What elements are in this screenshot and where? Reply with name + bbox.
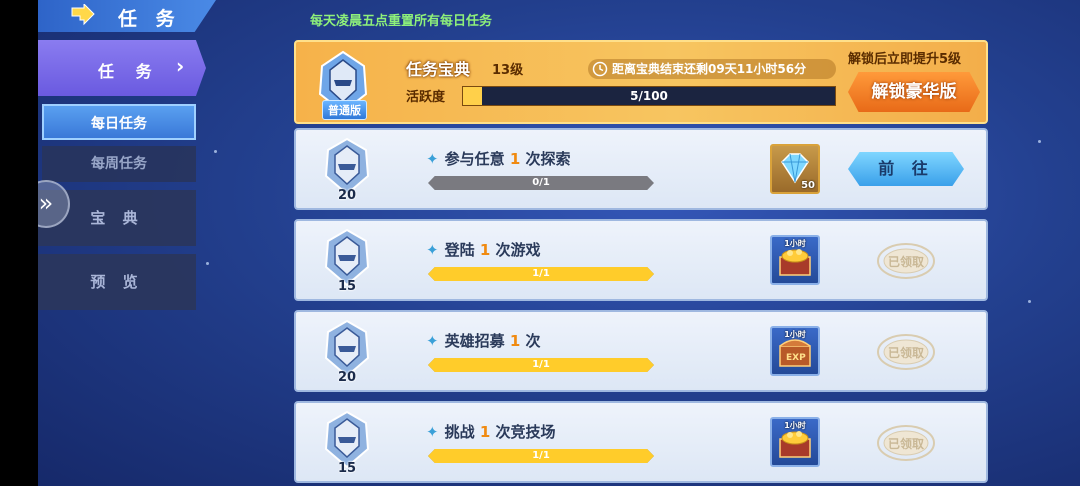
reward-item[interactable]: 50: [770, 144, 820, 194]
pass-level: 13级: [492, 63, 524, 78]
task-title-suffix: 次游戏: [495, 241, 541, 259]
unlock-tip: 解锁后立即提升5级: [848, 52, 962, 67]
activity-points: 20: [337, 370, 357, 385]
sidebar-tab-label: 任 务: [98, 62, 160, 81]
task-card: 15 ✦ 登陆 1 次游戏 1/1 1小时已领取: [294, 219, 988, 301]
task-progress-bar: 1/1: [428, 358, 654, 372]
activity-points: 20: [337, 188, 357, 203]
claimed-stamp: 已领取: [876, 423, 936, 463]
task-count: 1: [479, 241, 491, 259]
task-title-suffix: 次竞技场: [495, 423, 556, 441]
activity-points: 15: [337, 279, 357, 294]
sparkle-decoration: [1038, 140, 1041, 143]
task-title: ✦ 参与任意 1 次探索: [426, 148, 571, 169]
task-title: ✦ 英雄招募 1 次: [426, 330, 541, 351]
task-title-prefix: 挑战: [444, 423, 475, 441]
task-card: 20 ✦ 英雄招募 1 次 1/1 1小时 EXP 已领取: [294, 310, 988, 392]
claimed-label: 已领取: [887, 255, 924, 269]
subtab-weekly[interactable]: 每周任务: [42, 146, 196, 182]
reward-item[interactable]: 1小时 EXP: [770, 326, 820, 376]
sparkle-decoration: [214, 150, 217, 153]
task-title: ✦ 登陆 1 次游戏: [426, 239, 541, 260]
task-progress-text: 1/1: [532, 450, 550, 461]
reward-item[interactable]: 1小时: [770, 417, 820, 467]
task-count: 1: [509, 332, 521, 350]
sidebar-tab-preview[interactable]: 预 览: [38, 254, 196, 310]
back-arrow-icon[interactable]: [70, 4, 96, 28]
sparkle-decoration: [1028, 300, 1031, 303]
game-screen: 任 务 每天凌晨五点重置所有每日任务 任 务 › 每日任务 每周任务 宝 典 预…: [38, 0, 1080, 486]
reward-duration-tag: 1小时: [784, 421, 806, 430]
sparkle-star-icon: ✦: [426, 332, 439, 350]
pass-name: 任务宝典: [406, 60, 471, 79]
pass-timer: 距离宝典结束还剩09天11小时56分: [588, 59, 836, 79]
sparkle-decoration: [206, 262, 209, 265]
pass-timer-text: 距离宝典结束还剩09天11小时56分: [612, 62, 807, 76]
task-title-suffix: 次: [525, 332, 541, 350]
chevron-right-icon: ›: [176, 54, 193, 78]
unlock-deluxe-button[interactable]: 解锁豪华版: [848, 72, 980, 112]
sidebar-tab-tasks[interactable]: 任 务 ›: [38, 40, 206, 96]
task-progress-bar: 1/1: [428, 267, 654, 281]
sparkle-star-icon: ✦: [426, 150, 439, 168]
task-count: 1: [479, 423, 491, 441]
task-title-prefix: 登陆: [444, 241, 475, 259]
page-title: 任 务: [118, 8, 181, 30]
task-title-prefix: 英雄招募: [444, 332, 505, 350]
claimed-stamp: 已领取: [876, 332, 936, 372]
svg-text:EXP: EXP: [786, 353, 806, 363]
sparkle-star-icon: ✦: [426, 241, 439, 259]
title-bar: 任 务: [38, 0, 216, 32]
activity-progress-bar: 5/100: [462, 86, 836, 106]
task-card: 15 ✦ 挑战 1 次竞技场 1/1 1小时已领取: [294, 401, 988, 483]
reward-quantity: 50: [801, 180, 815, 191]
activity-points: 15: [337, 461, 357, 476]
sparkle-star-icon: ✦: [426, 423, 439, 441]
activity-progress-text: 5/100: [630, 89, 668, 103]
task-progress-bar: 0/1: [428, 176, 654, 190]
task-title: ✦ 挑战 1 次竞技场: [426, 421, 556, 442]
task-progress-bar: 1/1: [428, 449, 654, 463]
go-button[interactable]: 前 往: [848, 152, 964, 186]
reward-duration-tag: 1小时: [784, 330, 806, 339]
task-progress-text: 1/1: [532, 359, 550, 370]
claimed-stamp: 已领取: [876, 241, 936, 281]
task-pass-banner: 普通版 任务宝典 13级 距离宝典结束还剩09天11小时56分 活跃度 5/10…: [294, 40, 988, 124]
activity-label: 活跃度: [406, 90, 446, 105]
claimed-label: 已领取: [887, 437, 924, 451]
task-card: 20 ✦ 参与任意 1 次探索 0/1 50 前 往: [294, 128, 988, 210]
double-chevron-icon: »: [38, 189, 54, 217]
claimed-label: 已领取: [887, 346, 924, 360]
reset-notice: 每天凌晨五点重置所有每日任务: [310, 14, 493, 29]
reward-item[interactable]: 1小时: [770, 235, 820, 285]
subtab-daily[interactable]: 每日任务: [42, 104, 196, 140]
task-count: 1: [509, 150, 521, 168]
pass-edition-badge: 普通版: [322, 100, 367, 120]
task-progress-text: 1/1: [532, 268, 550, 279]
task-title-suffix: 次探索: [525, 150, 571, 168]
clock-icon: [592, 61, 608, 77]
reward-duration-tag: 1小时: [784, 239, 806, 248]
task-progress-text: 0/1: [532, 177, 550, 188]
task-title-prefix: 参与任意: [444, 150, 505, 168]
